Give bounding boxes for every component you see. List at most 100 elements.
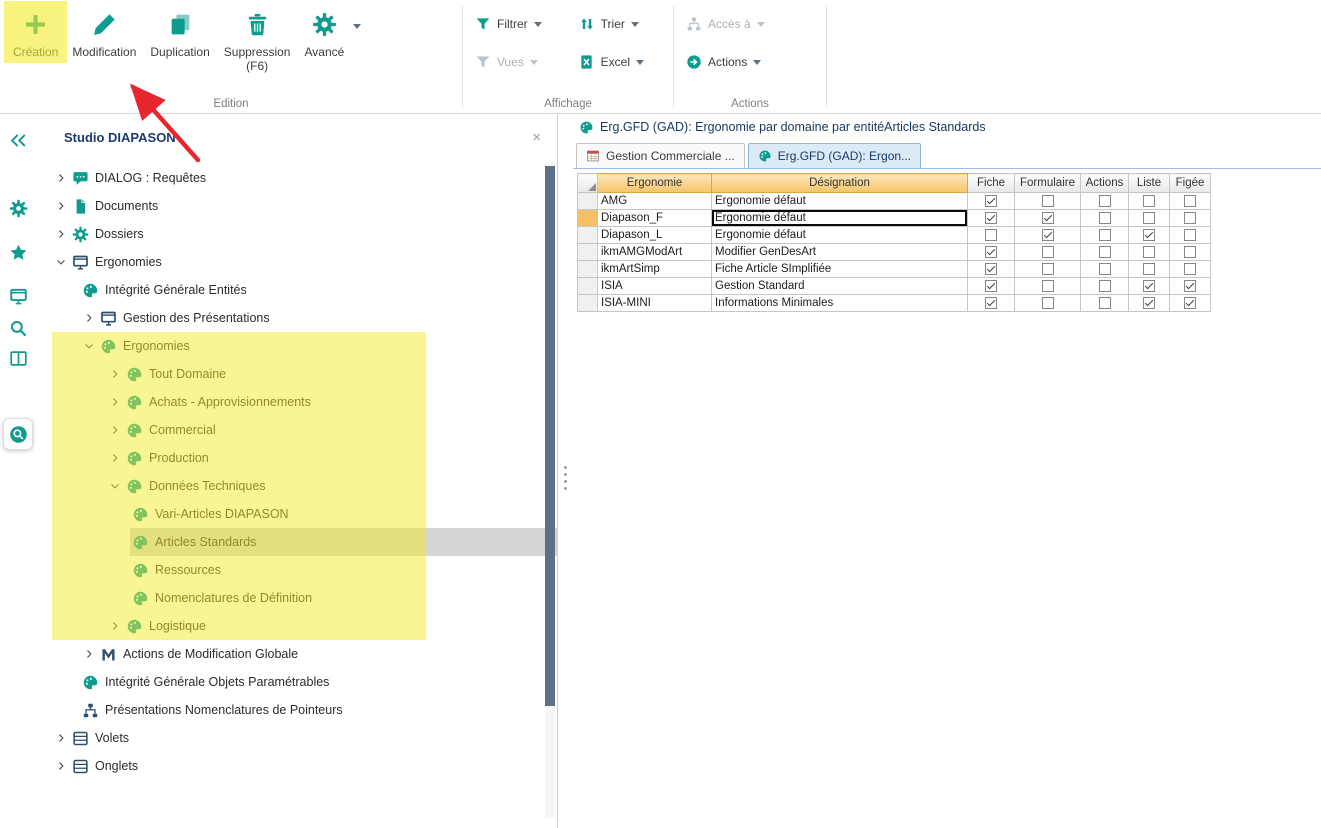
cell-ergonomie[interactable]: Diapason_L	[598, 227, 712, 244]
expander-icon[interactable]	[52, 197, 70, 215]
cell-actions[interactable]	[1081, 193, 1129, 210]
tree-item-integrite-generale-objets-parametrables[interactable]: Intégrité Générale Objets Paramétrables	[36, 668, 557, 696]
column-header-ergonomie[interactable]: Ergonomie	[598, 174, 712, 193]
row-indicator[interactable]	[578, 278, 598, 295]
tree-item-production[interactable]: Production	[36, 444, 557, 472]
cell-figee[interactable]	[1170, 210, 1211, 227]
sidebar-item-studio-search[interactable]	[3, 418, 33, 450]
checkbox[interactable]	[1099, 263, 1111, 275]
tree-item-logistique[interactable]: Logistique	[36, 612, 557, 640]
cell-formulaire[interactable]	[1015, 210, 1081, 227]
table-row[interactable]: ISIA Gestion Standard	[578, 278, 1211, 295]
checkbox[interactable]	[1042, 263, 1054, 275]
table-row[interactable]: ikmAMGModArt Modifier GenDesArt	[578, 244, 1211, 261]
tree-item-gestion-des-presentations[interactable]: Gestion des Présentations	[36, 304, 557, 332]
expander-icon[interactable]	[106, 477, 124, 495]
cell-fiche[interactable]	[968, 227, 1015, 244]
actions-button[interactable]: Actions	[686, 51, 814, 73]
cell-ergonomie[interactable]: ISIA-MINI	[598, 295, 712, 312]
table-row[interactable]: Diapason_L Ergonomie défaut	[578, 227, 1211, 244]
table-row[interactable]: Diapason_F Ergonomie défaut	[578, 210, 1211, 227]
expander-icon[interactable]	[106, 365, 124, 383]
sidebar-item-settings[interactable]	[3, 194, 33, 222]
cell-ergonomie[interactable]: ikmAMGModArt	[598, 244, 712, 261]
cell-designation[interactable]: Fiche Article SImplifiée	[712, 261, 968, 278]
tree-item-nomenclatures-de-definition[interactable]: Nomenclatures de Définition	[36, 584, 557, 612]
checkbox[interactable]	[1099, 212, 1111, 224]
checkbox[interactable]	[1143, 297, 1155, 309]
checkbox[interactable]	[1184, 263, 1196, 275]
row-indicator[interactable]	[578, 295, 598, 312]
cell-fiche[interactable]	[968, 244, 1015, 261]
cell-designation-focused[interactable]: Ergonomie défaut	[712, 210, 968, 227]
checkbox[interactable]	[1099, 195, 1111, 207]
cell-formulaire[interactable]	[1015, 193, 1081, 210]
tree-item-ressources[interactable]: Ressources	[36, 556, 557, 584]
cell-formulaire[interactable]	[1015, 244, 1081, 261]
checkbox[interactable]	[985, 246, 997, 258]
expander-icon[interactable]	[106, 393, 124, 411]
cell-designation[interactable]: Informations Minimales	[712, 295, 968, 312]
checkbox[interactable]	[1184, 195, 1196, 207]
tree-item-commercial[interactable]: Commercial	[36, 416, 557, 444]
cell-liste[interactable]	[1129, 244, 1170, 261]
select-all-header[interactable]	[578, 174, 598, 193]
tree-item-actions-de-modification-globale[interactable]: Actions de Modification Globale	[36, 640, 557, 668]
chevron-down-icon[interactable]	[353, 24, 361, 29]
sidebar-item-search[interactable]	[3, 314, 33, 342]
tree-item-documents[interactable]: Documents	[36, 192, 557, 220]
cell-designation[interactable]: Modifier GenDesArt	[712, 244, 968, 261]
cell-actions[interactable]	[1081, 295, 1129, 312]
tree-scrollbar[interactable]	[545, 162, 555, 818]
cell-figee[interactable]	[1170, 261, 1211, 278]
checkbox[interactable]	[985, 195, 997, 207]
expander-icon[interactable]	[106, 449, 124, 467]
cell-figee[interactable]	[1170, 278, 1211, 295]
checkbox[interactable]	[1099, 229, 1111, 241]
tree-item-articles-standards[interactable]: Articles Standards	[36, 528, 557, 556]
cell-figee[interactable]	[1170, 193, 1211, 210]
cell-actions[interactable]	[1081, 261, 1129, 278]
row-indicator[interactable]	[578, 227, 598, 244]
expander-icon[interactable]	[106, 421, 124, 439]
checkbox[interactable]	[1042, 280, 1054, 292]
tab-gestion-commerciale[interactable]: Gestion Commerciale ...	[576, 143, 745, 168]
scrollbar-thumb[interactable]	[545, 166, 555, 706]
sidebar-item-favorites[interactable]	[3, 238, 33, 266]
cell-fiche[interactable]	[968, 261, 1015, 278]
cell-designation[interactable]: Ergonomie défaut	[712, 227, 968, 244]
cell-liste[interactable]	[1129, 278, 1170, 295]
expander-icon[interactable]	[52, 169, 70, 187]
excel-button[interactable]: Excel	[579, 51, 661, 73]
expander-icon[interactable]	[52, 253, 70, 271]
tree-item-tout-domaine[interactable]: Tout Domaine	[36, 360, 557, 388]
cell-actions[interactable]	[1081, 278, 1129, 295]
checkbox[interactable]	[1184, 297, 1196, 309]
tree-item-onglets[interactable]: Onglets	[36, 752, 557, 780]
cell-ergonomie[interactable]: ikmArtSimp	[598, 261, 712, 278]
cell-actions[interactable]	[1081, 244, 1129, 261]
expander-icon[interactable]	[80, 645, 98, 663]
checkbox[interactable]	[1143, 246, 1155, 258]
column-header-figee[interactable]: Figée	[1170, 174, 1211, 193]
column-header-formulaire[interactable]: Formulaire	[1015, 174, 1081, 193]
checkbox[interactable]	[1042, 297, 1054, 309]
checkbox[interactable]	[985, 297, 997, 309]
column-header-liste[interactable]: Liste	[1129, 174, 1170, 193]
tree-item-vari-articles-diapason[interactable]: Vari-Articles DIAPASON	[36, 500, 557, 528]
cell-formulaire[interactable]	[1015, 261, 1081, 278]
cell-liste[interactable]	[1129, 193, 1170, 210]
suppression-button[interactable]: Suppression (F6)	[217, 4, 298, 78]
checkbox[interactable]	[1099, 246, 1111, 258]
cell-formulaire[interactable]	[1015, 295, 1081, 312]
creation-button[interactable]: Création	[6, 4, 65, 63]
cell-liste[interactable]	[1129, 227, 1170, 244]
close-icon[interactable]: ×	[532, 130, 541, 145]
duplication-button[interactable]: Duplication	[143, 4, 216, 63]
cell-fiche[interactable]	[968, 193, 1015, 210]
checkbox[interactable]	[1143, 229, 1155, 241]
tree-item-presentations-nomenclatures-de-pointeurs[interactable]: Présentations Nomenclatures de Pointeurs	[36, 696, 557, 724]
table-row[interactable]: AMG Ergonomie défaut	[578, 193, 1211, 210]
tree-item-dossiers[interactable]: Dossiers	[36, 220, 557, 248]
row-indicator-current[interactable]	[578, 210, 598, 227]
